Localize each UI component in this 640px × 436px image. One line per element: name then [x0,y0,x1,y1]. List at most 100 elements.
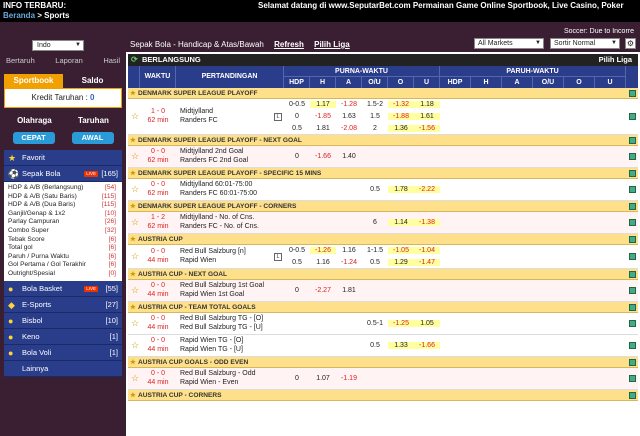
expand-icon[interactable] [629,304,636,311]
away-team[interactable]: Randers FC - No. of Cns. [180,223,272,230]
odds-value[interactable]: 1.18 [414,101,440,108]
submenu-item[interactable]: HDP & A/B (Dua Baris) [115] [8,201,118,210]
expand-icon[interactable] [629,271,636,278]
odds-value[interactable]: 1.81 [336,287,362,294]
league-row[interactable]: ★ AUSTRIA CUP - TEAM TOTAL GOALS [128,302,638,313]
odds-value[interactable]: -1.28 [336,101,362,108]
home-team[interactable]: Midtjylland 60:01-75:00 [180,181,272,188]
away-team[interactable]: Randers FC 60:01-75:00 [180,190,272,197]
odds-value[interactable]: 1.14 [388,219,414,226]
sidebar-item-soccer[interactable]: ⚽ Sepak Bola LIVE [165] [4,166,122,182]
odds-value[interactable]: 1.29 [388,259,414,266]
refresh-icon[interactable]: ⟳ [131,54,138,66]
odds-value[interactable]: -1.26 [310,247,336,254]
home-team[interactable]: Red Bull Salzburg - Odd [180,370,272,377]
away-team[interactable]: Rapid Wien [180,257,272,264]
pick-league-link[interactable]: Pilih Liga [314,40,350,49]
expand-icon[interactable] [629,137,636,144]
live-pick-league[interactable]: Pilih Liga [599,54,632,66]
submenu-item[interactable]: Outright/Spesial [0] [8,270,118,279]
market-select[interactable]: All Markets ▼ [474,38,544,49]
away-team[interactable]: Rapid Wien - Even [180,379,272,386]
live-stream-icon[interactable]: L [274,113,282,121]
odds-value[interactable]: -1.66 [414,342,440,349]
more-bets-icon[interactable] [629,113,636,120]
odds-value[interactable]: 1.81 [310,125,336,132]
breadcrumb-home[interactable]: Beranda [3,11,35,20]
favorite-star-icon[interactable]: ☆ [131,111,139,122]
favorite-star-icon[interactable]: ☆ [131,151,139,162]
league-row[interactable]: ★ AUSTRIA CUP - NEXT GOAL [128,269,638,280]
sidebar-item-sport[interactable]: ● Bola Basket LIVE [55] [4,280,122,297]
odds-value[interactable]: -2.27 [310,287,336,294]
home-team[interactable]: Rapid Wien TG - [O] [180,337,272,344]
fast-button[interactable]: CEPAT [12,132,55,144]
league-row[interactable]: ★ AUSTRIA CUP GOALS - ODD EVEN [128,357,638,368]
favorite-star-icon[interactable]: ☆ [131,373,139,384]
tab-balance[interactable]: Saldo [63,74,122,88]
favorite-star-icon[interactable]: ☆ [131,318,139,329]
gear-icon[interactable]: ⚙ [625,38,636,49]
tab-bets[interactable]: Taruhan [78,116,109,125]
more-bets-icon[interactable] [629,186,636,193]
sidebar-item-favorite[interactable]: ★ Favorit [4,150,122,166]
odds-value[interactable]: -1.56 [414,125,440,132]
odds-value[interactable]: 1.61 [414,113,440,120]
sidebar-item-sport[interactable]: Lainnya [4,360,122,377]
expand-icon[interactable] [629,90,636,97]
league-row[interactable]: ★ AUSTRIA CUP [128,234,638,245]
tab-sports[interactable]: Olahraga [17,116,52,125]
more-bets-icon[interactable] [629,375,636,382]
odds-value[interactable]: -1.05 [388,247,414,254]
odds-value[interactable]: 1.36 [388,125,414,132]
sidebar-item-sport[interactable]: ● Keno [1] [4,328,122,345]
odds-value[interactable]: -1.24 [336,259,362,266]
link-results[interactable]: Hasil [103,56,120,65]
refresh-link[interactable]: Refresh [274,40,304,49]
link-bet[interactable]: Bertaruh [6,56,35,65]
more-bets-icon[interactable] [629,320,636,327]
more-bets-icon[interactable] [629,287,636,294]
away-team[interactable]: Rapid Wien TG - [U] [180,346,272,353]
home-team[interactable]: Red Bull Salzburg 1st Goal [180,282,272,289]
odds-value[interactable]: -1.04 [414,247,440,254]
odds-value[interactable]: 1.16 [336,247,362,254]
favorite-star-icon[interactable]: ☆ [131,184,139,195]
sidebar-item-sport[interactable]: ● Bisbol [10] [4,312,122,329]
odds-value[interactable]: -1.66 [310,153,336,160]
tab-sportbook[interactable]: Sportbook [4,74,63,88]
home-team[interactable]: Midtjylland 2nd Goal [180,148,272,155]
early-button[interactable]: AWAL [71,132,114,144]
odds-value[interactable]: -1.88 [388,113,414,120]
more-bets-icon[interactable] [629,342,636,349]
away-team[interactable]: Randers FC [180,117,272,124]
odds-value[interactable]: 1.16 [310,259,336,266]
submenu-item[interactable]: Combo Super [32] [8,227,118,236]
odds-value[interactable]: -1.38 [414,219,440,226]
sidebar-item-sport[interactable]: ◆ E-Sports [27] [4,296,122,313]
submenu-item[interactable]: Parlay Campuran [26] [8,218,118,227]
home-team[interactable]: Midtjylland [180,108,272,115]
expand-icon[interactable] [629,203,636,210]
submenu-item[interactable]: HDP & A/B (Satu Baris) [115] [8,193,118,202]
odds-value[interactable]: 1.05 [414,320,440,327]
away-team[interactable]: Rapid Wien 1st Goal [180,291,272,298]
odds-value[interactable]: -1.19 [336,375,362,382]
odds-value[interactable]: 1.40 [336,153,362,160]
odds-value[interactable]: -2.08 [336,125,362,132]
odds-value[interactable]: -1.85 [310,113,336,120]
odds-value[interactable]: 1.33 [388,342,414,349]
submenu-item[interactable]: Paruh / Purna Waktu [6] [8,253,118,262]
submenu-item[interactable]: Total gol [6] [8,244,118,253]
league-row[interactable]: ★ DENMARK SUPER LEAGUE PLAYOFF - CORNERS [128,201,638,212]
submenu-item[interactable]: Gol Pertama / Gol Terakhir [6] [8,261,118,270]
more-bets-icon[interactable] [629,219,636,226]
expand-icon[interactable] [629,392,636,399]
live-stream-icon[interactable]: L [274,253,282,261]
odds-value[interactable]: 1.17 [310,101,336,108]
odds-value[interactable]: 1.07 [310,375,336,382]
odds-value[interactable]: 1.78 [388,186,414,193]
link-report[interactable]: Laporan [55,56,83,65]
more-bets-icon[interactable] [629,153,636,160]
home-team[interactable]: Red Bull Salzburg [n] [180,248,272,255]
